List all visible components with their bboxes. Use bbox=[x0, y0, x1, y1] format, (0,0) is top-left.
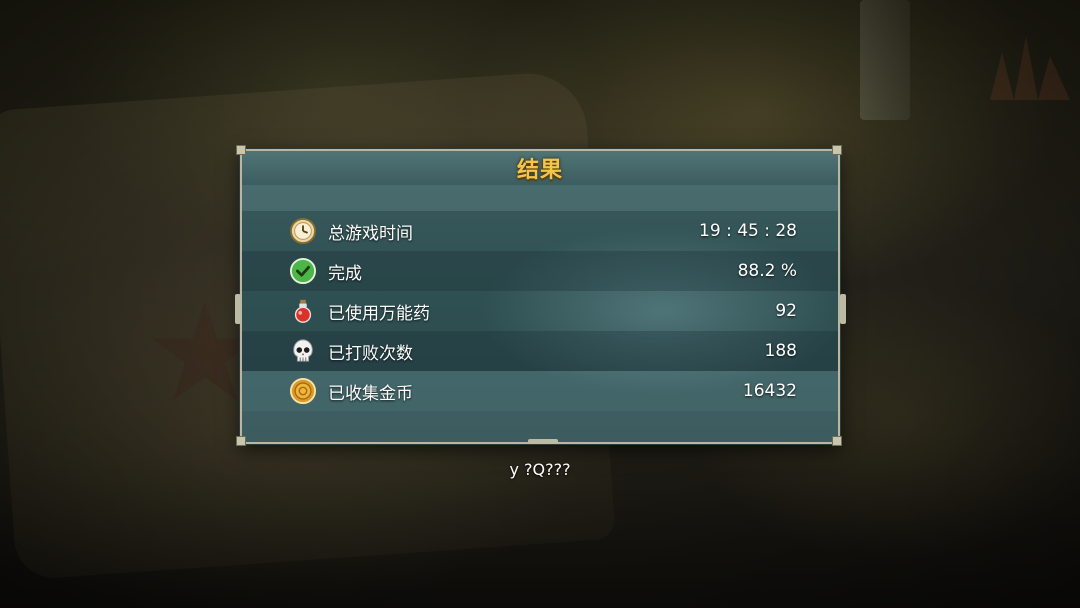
defeats-label: 已打败次数 bbox=[328, 343, 413, 364]
results-panel: 结果 总游戏时间 19 : 45 : 28 完成 88.2 % 已使用万能药 9… bbox=[240, 149, 840, 444]
panel-side-tab bbox=[235, 294, 241, 324]
playtime-value: 19 : 45 : 28 bbox=[699, 221, 797, 241]
panel-corner bbox=[236, 436, 246, 446]
results-title: 结果 bbox=[516, 158, 563, 183]
stat-row-gold-collected: 已收集金币 16432 bbox=[242, 371, 838, 411]
bottom-band bbox=[242, 411, 838, 442]
results-title-bar: 结果 bbox=[242, 151, 838, 185]
panel-corner bbox=[832, 145, 842, 155]
panel-corner bbox=[236, 145, 246, 155]
gold-collected-value: 16432 bbox=[742, 381, 797, 401]
potion-icon bbox=[290, 298, 316, 324]
stat-row-defeats: 已打败次数 188 bbox=[242, 331, 838, 371]
clock-icon bbox=[290, 218, 316, 244]
completion-label: 完成 bbox=[328, 263, 362, 284]
playtime-label: 总游戏时间 bbox=[328, 223, 413, 244]
panel-corner bbox=[832, 436, 842, 446]
stat-row-potions-used: 已使用万能药 92 bbox=[242, 291, 838, 331]
continue-prompt[interactable]: y ?Q??? bbox=[0, 460, 1080, 479]
gold-coin-icon bbox=[290, 378, 316, 404]
skull-icon bbox=[290, 338, 316, 364]
defeats-value: 188 bbox=[764, 341, 797, 361]
potions-used-label: 已使用万能药 bbox=[328, 303, 430, 324]
stat-row-playtime: 总游戏时间 19 : 45 : 28 bbox=[242, 211, 838, 251]
checkmark-icon bbox=[290, 258, 316, 284]
potions-used-value: 92 bbox=[775, 301, 797, 321]
spacer-band bbox=[242, 185, 838, 211]
stat-row-completion: 完成 88.2 % bbox=[242, 251, 838, 291]
panel-bottom-tab bbox=[528, 439, 558, 444]
panel-side-tab bbox=[840, 294, 846, 324]
gold-collected-label: 已收集金币 bbox=[328, 383, 413, 404]
completion-value: 88.2 % bbox=[737, 261, 797, 281]
